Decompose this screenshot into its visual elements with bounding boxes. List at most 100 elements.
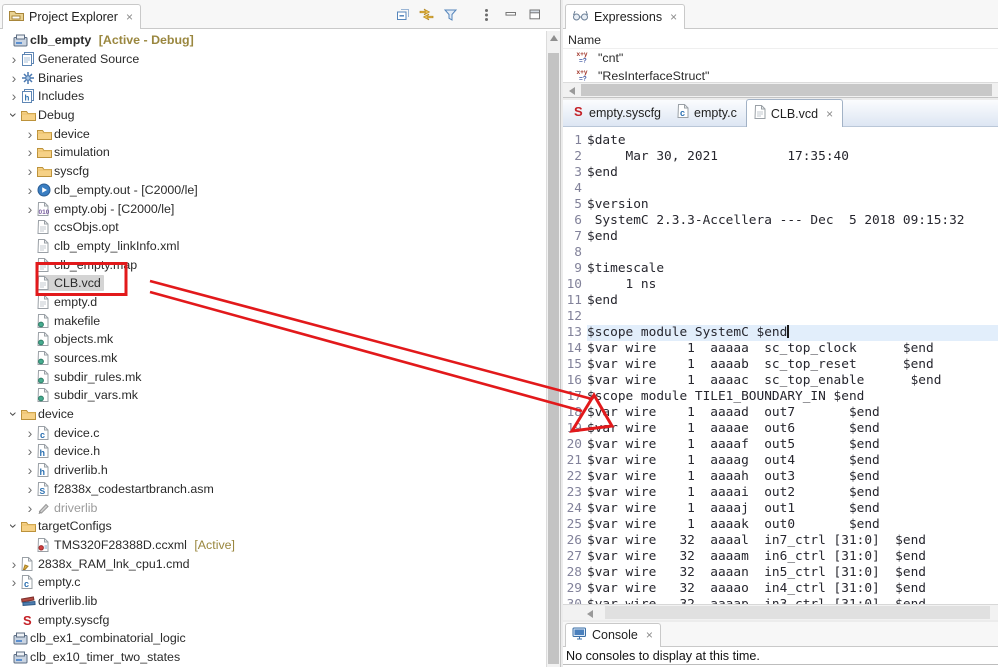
scrollbar-thumb[interactable] — [581, 84, 992, 96]
tree-item-clb-empty-out-c2000-le-[interactable]: › clb_empty.out - [C2000/le] — [0, 181, 546, 200]
code-line-11[interactable]: 11 $end — [563, 293, 998, 309]
link-with-editor-icon[interactable] — [419, 7, 434, 22]
tree-item-clb-empty-map[interactable]: clb_empty.map — [0, 255, 546, 274]
editor-tab-clb-vcd[interactable]: CLB.vcd × — [745, 99, 844, 127]
chevron-collapsed-icon[interactable]: › — [8, 575, 20, 589]
code-line-10[interactable]: 10 1 ns — [563, 277, 998, 293]
chevron-collapsed-icon[interactable]: › — [24, 164, 36, 178]
code-line-23[interactable]: 23 $var wire 1 aaaai out2 $end — [563, 485, 998, 501]
code-line-5[interactable]: 5 $version — [563, 197, 998, 213]
code-line-3[interactable]: 3 $end — [563, 165, 998, 181]
code-line-15[interactable]: 15 $var wire 1 aaaab sc_top_reset $end — [563, 357, 998, 373]
view-menu-icon[interactable] — [479, 7, 494, 22]
tree-item-tms320f28388d-ccxml[interactable]: TMS320F28388D.ccxml [Active] — [0, 536, 546, 555]
scrollbar-thumb[interactable] — [548, 53, 559, 664]
tree-item-clb-empty[interactable]: clb_empty [Active - Debug] — [0, 31, 546, 50]
tree-item-clb-vcd[interactable]: CLB.vcd — [0, 274, 546, 293]
tree-item-2838x-ram-lnk-cpu1-cmd[interactable]: › 2838x_RAM_lnk_cpu1.cmd — [0, 554, 546, 573]
code-line-24[interactable]: 24 $var wire 1 aaaaj out1 $end — [563, 501, 998, 517]
tree-vertical-scrollbar[interactable] — [546, 31, 560, 667]
tree-item-syscfg[interactable]: › syscfg — [0, 162, 546, 181]
chevron-collapsed-icon[interactable]: › — [24, 463, 36, 477]
tree-item-binaries[interactable]: › Binaries — [0, 68, 546, 87]
editor-horizontal-scrollbar[interactable] — [563, 604, 998, 620]
code-line-29[interactable]: 29 $var wire 32 aaaao in4_ctrl [31:0] $en… — [563, 581, 998, 597]
tree-item-clb-ex10-timer-two-states[interactable]: clb_ex10_timer_two_states — [0, 648, 546, 667]
expressions-name-column-header[interactable]: Name — [563, 31, 998, 49]
tab-project-explorer[interactable]: Project Explorer × — [2, 4, 141, 29]
tree-item-device-h[interactable]: › h device.h — [0, 442, 546, 461]
tree-item-ccsobjs-opt[interactable]: ccsObjs.opt — [0, 218, 546, 237]
code-line-12[interactable]: 12 — [563, 309, 998, 325]
tree-item-makefile[interactable]: makefile — [0, 311, 546, 330]
collapse-all-icon[interactable] — [395, 7, 410, 22]
code-line-30[interactable]: 30$var wire 32 aaaap in3_ctrl [31:0] $en… — [563, 597, 998, 604]
tree-item-empty-c[interactable]: › c empty.c — [0, 573, 546, 592]
editor-tab-empty-syscfg[interactable]: Sempty.syscfg — [565, 99, 670, 126]
expression-row[interactable]: x+y =? "ResInterfaceStruct" — [563, 67, 998, 82]
code-line-13[interactable]: 13 $scope module SystemC $end — [563, 325, 998, 341]
close-icon[interactable]: × — [826, 108, 833, 120]
close-icon[interactable]: × — [670, 11, 677, 23]
tree-item-simulation[interactable]: › simulation — [0, 143, 546, 162]
close-icon[interactable]: × — [126, 11, 133, 23]
tree-item-device[interactable]: › device — [0, 405, 546, 424]
tree-item-f2838x-codestartbranch-asm[interactable]: › Sf2838x_codestartbranch.asm — [0, 480, 546, 499]
editor-code[interactable]: 1 $date 2 Mar 30, 2021 17:35:40 3 $end 4 5 $ver… — [563, 127, 998, 604]
tree-item-generated-source[interactable]: › Generated Source — [0, 50, 546, 69]
tree-item-objects-mk[interactable]: objects.mk — [0, 330, 546, 349]
tree-item-driverlib[interactable]: › driverlib — [0, 498, 546, 517]
chevron-collapsed-icon[interactable]: › — [24, 145, 36, 159]
filter-icon[interactable] — [443, 7, 458, 22]
tree-item-sources-mk[interactable]: sources.mk — [0, 349, 546, 368]
tree-item-empty-syscfg[interactable]: Sempty.syscfg — [0, 610, 546, 629]
tree-item-subdir-vars-mk[interactable]: subdir_vars.mk — [0, 386, 546, 405]
scroll-up-icon[interactable] — [550, 35, 558, 41]
chevron-collapsed-icon[interactable]: › — [24, 183, 36, 197]
chevron-expanded-icon[interactable]: › — [6, 109, 22, 121]
code-line-18[interactable]: 18 $var wire 1 aaaad out7 $end — [563, 405, 998, 421]
code-line-9[interactable]: 9 $timescale — [563, 261, 998, 277]
tree-item-driverlib-h[interactable]: › h driverlib.h — [0, 461, 546, 480]
tree-item-empty-d[interactable]: empty.d — [0, 293, 546, 312]
scroll-left-icon[interactable] — [587, 610, 593, 618]
chevron-expanded-icon[interactable]: › — [6, 520, 22, 532]
code-line-26[interactable]: 26 $var wire 32 aaaal in7_ctrl [31:0] $en… — [563, 533, 998, 549]
code-line-8[interactable]: 8 — [563, 245, 998, 261]
chevron-expanded-icon[interactable]: › — [6, 408, 22, 420]
tree-item-driverlib-lib[interactable]: driverlib.lib — [0, 592, 546, 611]
chevron-collapsed-icon[interactable]: › — [24, 426, 36, 440]
tree-item-includes[interactable]: › h Includes — [0, 87, 546, 106]
code-line-22[interactable]: 22 $var wire 1 aaaah out3 $end — [563, 469, 998, 485]
scroll-left-icon[interactable] — [569, 87, 575, 95]
tree-item-clb-ex1-combinatorial-logic[interactable]: clb_ex1_combinatorial_logic — [0, 629, 546, 648]
chevron-collapsed-icon[interactable]: › — [24, 501, 36, 515]
code-line-4[interactable]: 4 — [563, 181, 998, 197]
code-line-16[interactable]: 16 $var wire 1 aaaac sc_top_enable $end — [563, 373, 998, 389]
code-line-2[interactable]: 2 Mar 30, 2021 17:35:40 — [563, 149, 998, 165]
code-line-21[interactable]: 21 $var wire 1 aaaag out4 $end — [563, 453, 998, 469]
chevron-collapsed-icon[interactable]: › — [24, 202, 36, 216]
close-icon[interactable]: × — [646, 629, 653, 641]
code-line-28[interactable]: 28 $var wire 32 aaaan in5_ctrl [31:0] $en… — [563, 565, 998, 581]
code-line-6[interactable]: 6 SystemC 2.3.3-Accellera --- Dec 5 2018… — [563, 213, 998, 229]
expressions-horizontal-scrollbar[interactable] — [563, 82, 998, 97]
chevron-collapsed-icon[interactable]: › — [8, 557, 20, 571]
minimize-icon[interactable] — [503, 7, 518, 22]
tree-item-device[interactable]: › device — [0, 124, 546, 143]
chevron-collapsed-icon[interactable]: › — [24, 127, 36, 141]
chevron-collapsed-icon[interactable]: › — [8, 71, 20, 85]
expression-row[interactable]: x+y =? "cnt" — [563, 49, 998, 67]
tree-item-targetconfigs[interactable]: › targetConfigs — [0, 517, 546, 536]
tree-item-subdir-rules-mk[interactable]: subdir_rules.mk — [0, 367, 546, 386]
chevron-collapsed-icon[interactable]: › — [24, 444, 36, 458]
tab-console[interactable]: Console × — [565, 623, 661, 647]
code-line-1[interactable]: 1 $date — [563, 133, 998, 149]
tree-item-empty-obj-c2000-le-[interactable]: › 010 empty.obj - [C2000/le] — [0, 199, 546, 218]
code-line-27[interactable]: 27 $var wire 32 aaaam in6_ctrl [31:0] $en… — [563, 549, 998, 565]
chevron-collapsed-icon[interactable]: › — [24, 482, 36, 496]
code-line-25[interactable]: 25 $var wire 1 aaaak out0 $end — [563, 517, 998, 533]
code-line-7[interactable]: 7 $end — [563, 229, 998, 245]
scrollbar-thumb[interactable] — [605, 606, 990, 619]
chevron-collapsed-icon[interactable]: › — [8, 52, 20, 66]
